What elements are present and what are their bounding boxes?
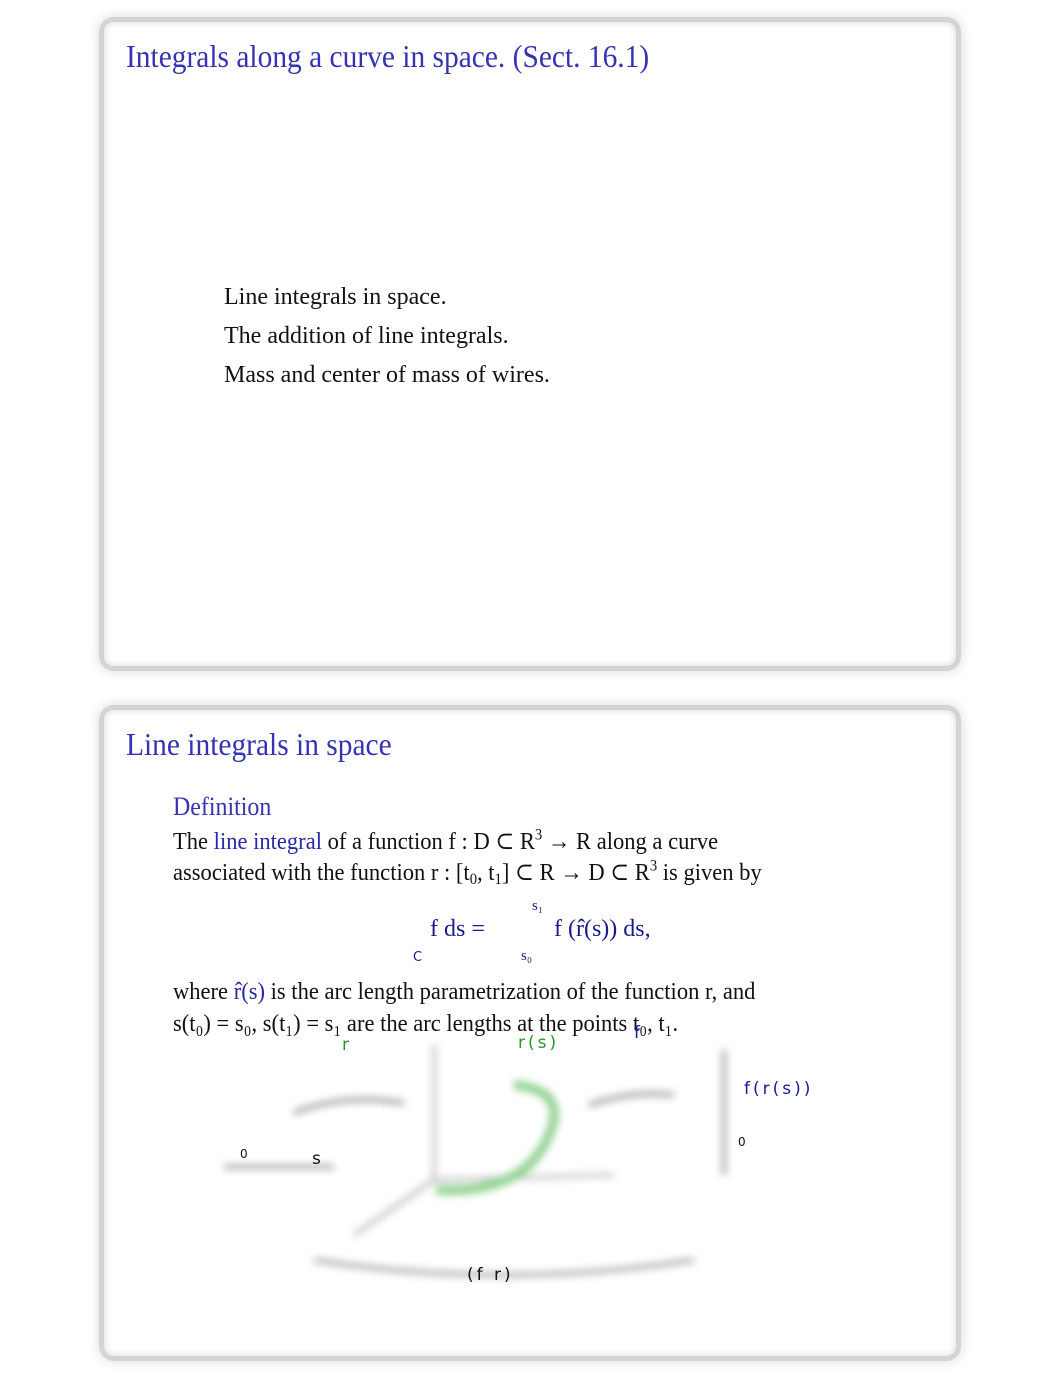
curve-rs [435, 1080, 559, 1195]
definition-line-2: associated with the function r : [t0, t1… [173, 857, 762, 889]
text: The [173, 828, 214, 855]
formula-upper-limit: s₁ [532, 898, 544, 914]
label-r: r [342, 1035, 352, 1055]
label-f-of-r-of-s: f(r(s)) [744, 1079, 814, 1099]
label-s: s [312, 1149, 324, 1169]
label-f: f [634, 1023, 643, 1043]
formula-lower-limit: s₀ [521, 948, 533, 964]
text: , t [477, 859, 495, 886]
line-integral-term: line integral [213, 828, 322, 855]
outline-item: The addition of line integrals. [224, 323, 509, 349]
text: of a function f : D ⊂ R [321, 828, 535, 855]
text: is given by [657, 859, 762, 886]
text: where [173, 978, 234, 1005]
text: ] ⊂ R → D ⊂ R [501, 859, 650, 886]
text: associated with the function r : [t [173, 859, 470, 886]
text: → R along a curve [542, 828, 719, 855]
label-zero-right: 0 [738, 1135, 746, 1149]
formula-rhs: f (r̂(s)) ds, [554, 916, 651, 942]
definition-line-4: s(t₀) = s₀, s(t₁) = s₁ are the arc lengt… [173, 1010, 679, 1037]
composition-diagram: r r(s) f f(r(s)) 0 s 0 (f r) [214, 1023, 854, 1335]
label-composition: (f r) [467, 1265, 514, 1285]
definition-heading: Definition [173, 792, 272, 821]
axis-x [352, 1178, 436, 1237]
arrow-f [588, 1091, 675, 1108]
slide-title-page: Integrals along a curve in space. (Sect.… [104, 22, 956, 666]
definition-line-1: The line integral of a function f : D ⊂ … [173, 826, 718, 856]
axis-y [433, 1173, 615, 1182]
label-zero-left: 0 [240, 1147, 248, 1161]
rhat-term: r̂(s) [233, 978, 265, 1005]
definition-line-3: where r̂(s) is the arc length parametriz… [173, 978, 755, 1006]
formula-lhs: f ds = [430, 916, 485, 942]
formula-domain: C [413, 950, 423, 965]
arrow-r [293, 1097, 405, 1116]
text: is the arc length parametrization of the… [265, 978, 756, 1005]
label-r-of-s: r(s) [518, 1033, 560, 1053]
outline-list: Line integrals in space. The addition of… [224, 278, 550, 395]
slide-title: Integrals along a curve in space. (Sect.… [126, 38, 650, 74]
slide-line-integrals: Line integrals in space Definition The l… [104, 710, 956, 1356]
slide-title: Line integrals in space [126, 726, 392, 762]
outline-item: Mass and center of mass of wires. [224, 362, 550, 388]
outline-item: Line integrals in space. [224, 284, 447, 310]
